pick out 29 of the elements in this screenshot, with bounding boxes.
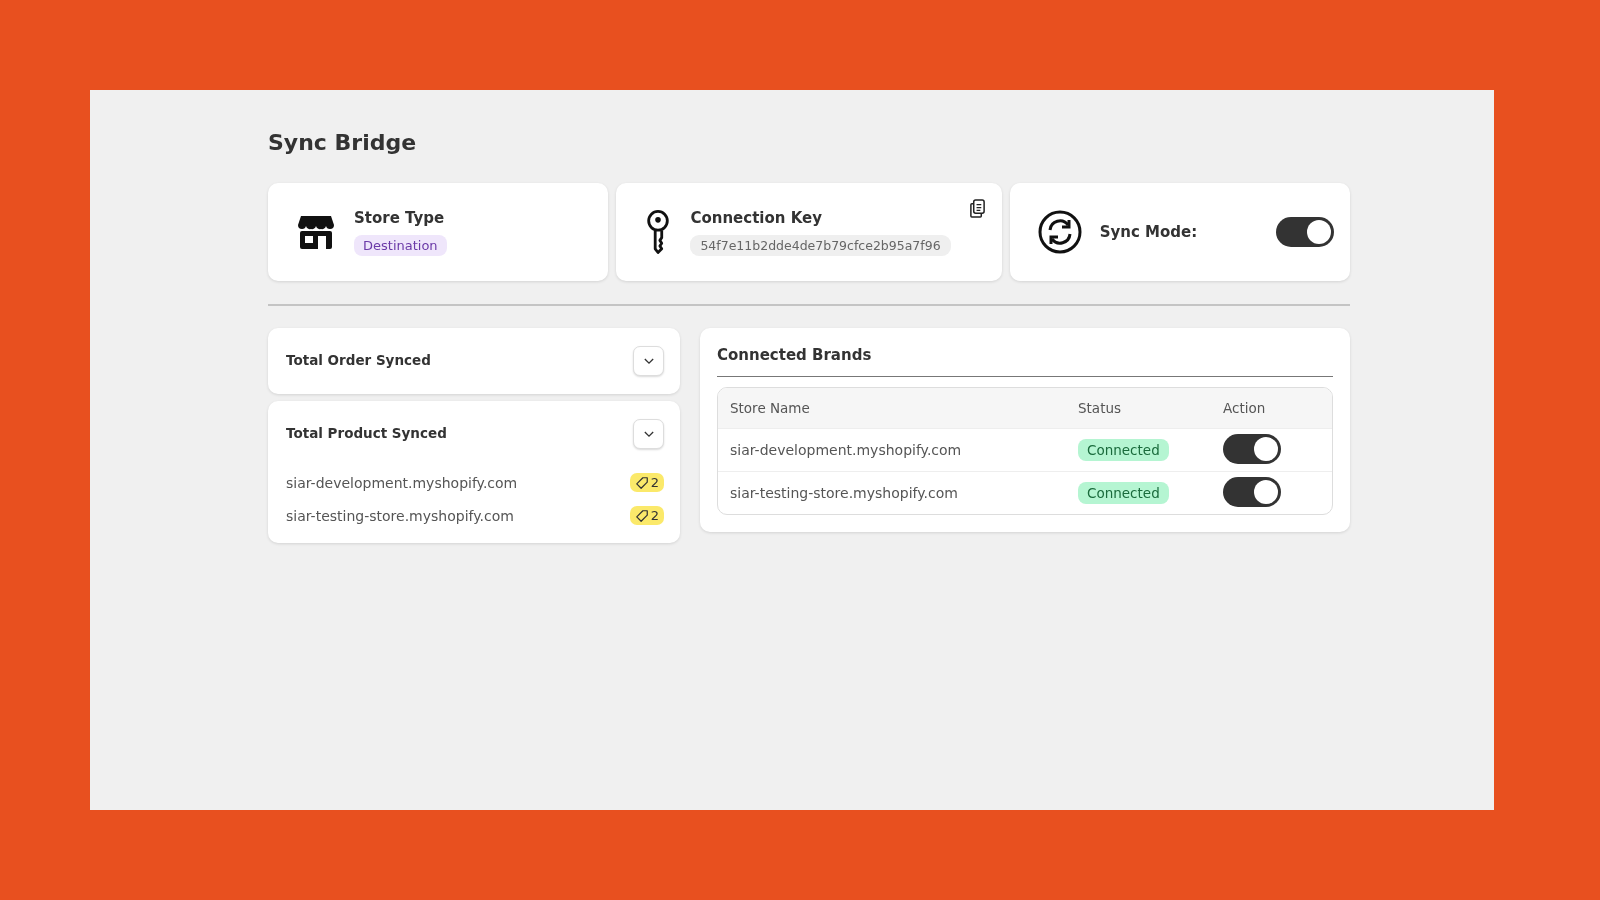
action-toggle[interactable] bbox=[1223, 433, 1281, 464]
status-badge: Connected bbox=[1078, 482, 1169, 504]
stat-title: Total Order Synced bbox=[286, 352, 431, 368]
column-header: Store Name bbox=[730, 400, 811, 416]
connection-key-value: 54f7e11b2dde4de7b79cfce2b95a7f96 bbox=[690, 234, 951, 256]
tag-icon bbox=[634, 508, 649, 523]
chevron-down-icon bbox=[643, 357, 654, 365]
store-name: siar-testing-store.myshopify.com bbox=[286, 507, 514, 524]
card-title: Sync Mode: bbox=[1099, 223, 1199, 241]
chevron-down-icon bbox=[643, 430, 654, 438]
card-title: Connection Key bbox=[690, 208, 822, 227]
store-name: siar-development.myshopify.com bbox=[286, 474, 518, 491]
stat-title: Total Product Synced bbox=[286, 425, 447, 441]
store-type-badge: Destination bbox=[354, 234, 447, 256]
product-count-badge: 2 bbox=[629, 506, 664, 525]
column-header: Status bbox=[1078, 400, 1123, 416]
sync-mode-toggle[interactable] bbox=[1276, 217, 1334, 247]
column-header: Action bbox=[1223, 400, 1267, 416]
page-title: Sync Bridge bbox=[268, 130, 418, 155]
action-toggle[interactable] bbox=[1223, 476, 1281, 507]
status-badge: Connected bbox=[1078, 439, 1169, 461]
table-cell-text: siar-testing-store.myshopify.com bbox=[730, 485, 959, 501]
product-count-badge: 2 bbox=[629, 473, 664, 492]
sync-icon bbox=[1037, 210, 1082, 254]
table-cell-text: siar-development.myshopify.com bbox=[730, 442, 963, 458]
section-title: Connected Brands bbox=[717, 346, 1333, 377]
card-title: Store Type bbox=[354, 208, 445, 227]
copy-button[interactable] bbox=[968, 199, 986, 218]
tag-icon bbox=[634, 475, 649, 490]
